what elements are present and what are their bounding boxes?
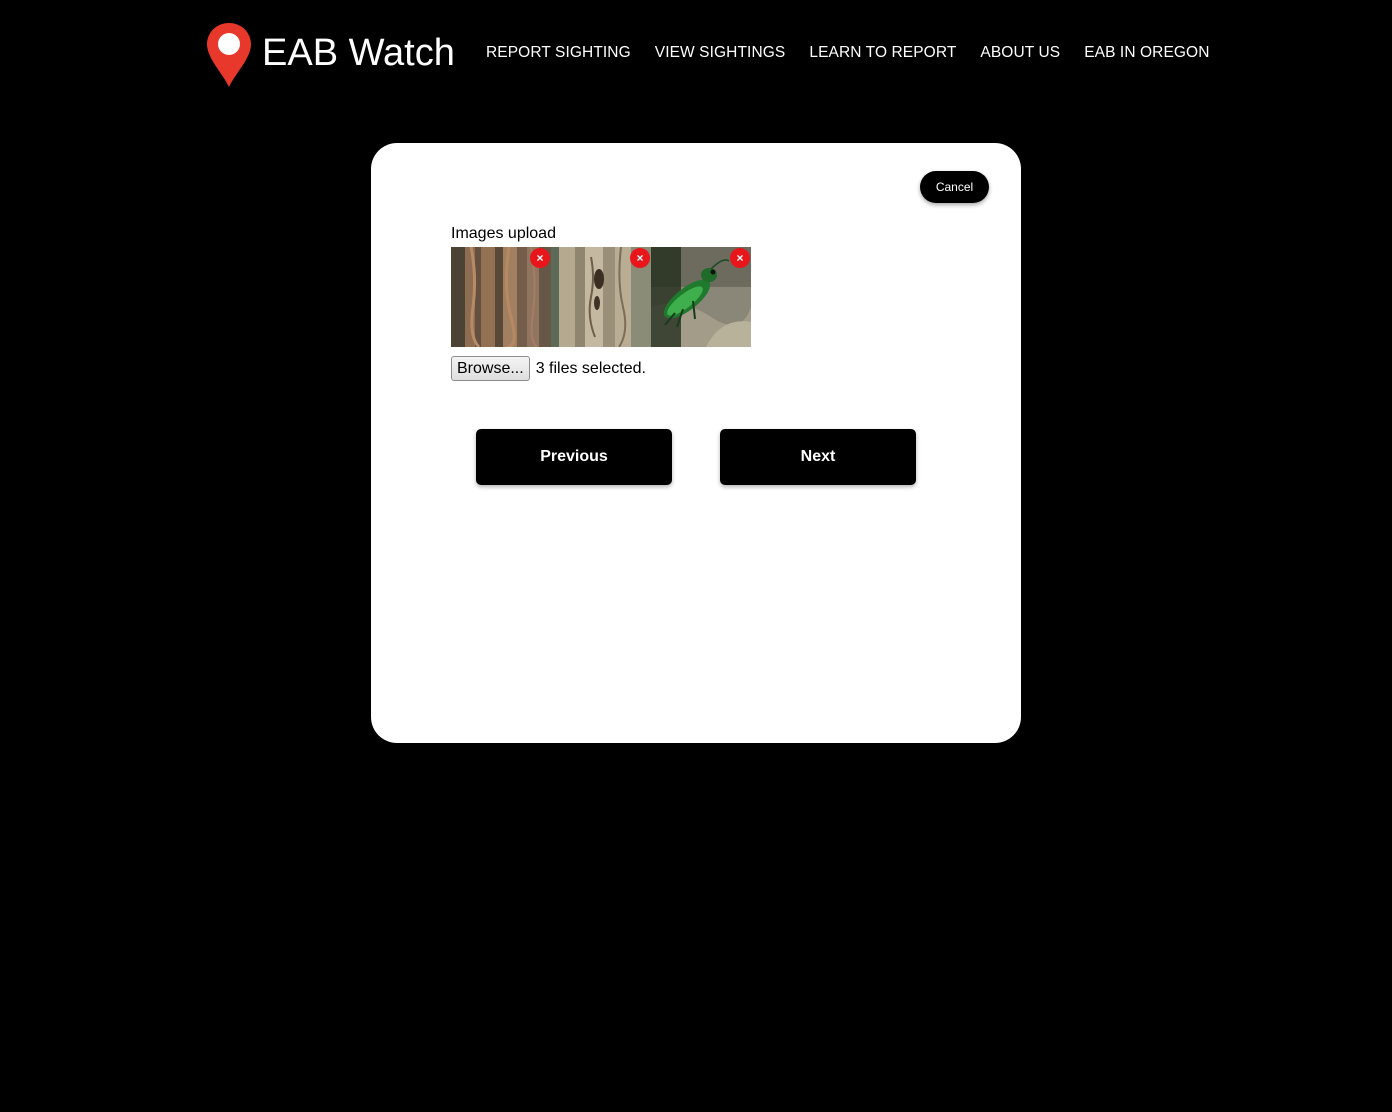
site-header: EAB Watch REPORT SIGHTING VIEW SIGHTINGS… [0,0,1392,110]
image-thumbnails: × × × [451,247,751,347]
file-input-row: Browse... 3 files selected. [451,356,646,381]
nav-about-us[interactable]: ABOUT US [980,44,1060,62]
map-pin-icon [207,23,251,87]
next-button[interactable]: Next [720,429,916,485]
close-icon[interactable]: × [730,248,750,268]
browse-button[interactable]: Browse... [451,356,530,381]
thumbnail-green-beetle: × [651,247,751,347]
previous-button[interactable]: Previous [476,429,672,485]
main-nav: REPORT SIGHTING VIEW SIGHTINGS LEARN TO … [486,44,1234,62]
file-status: 3 files selected. [535,359,646,377]
nav-view-sightings[interactable]: VIEW SIGHTINGS [655,44,786,62]
nav-eab-in-oregon[interactable]: EAB IN OREGON [1084,44,1209,62]
close-icon[interactable]: × [630,248,650,268]
nav-report-sighting[interactable]: REPORT SIGHTING [486,44,631,62]
nav-learn-to-report[interactable]: LEARN TO REPORT [809,44,956,62]
report-form-card: Cancel Images upload × × × Browse... 3 f… [371,143,1021,743]
logo-text: EAB Watch [262,32,455,74]
cancel-button[interactable]: Cancel [920,171,989,203]
logo[interactable]: EAB Watch [206,22,455,88]
thumbnail-bark-gallery: × [451,247,551,347]
images-upload-label: Images upload [451,225,556,242]
thumbnail-bark-exit-hole: × [551,247,651,347]
close-icon[interactable]: × [530,248,550,268]
